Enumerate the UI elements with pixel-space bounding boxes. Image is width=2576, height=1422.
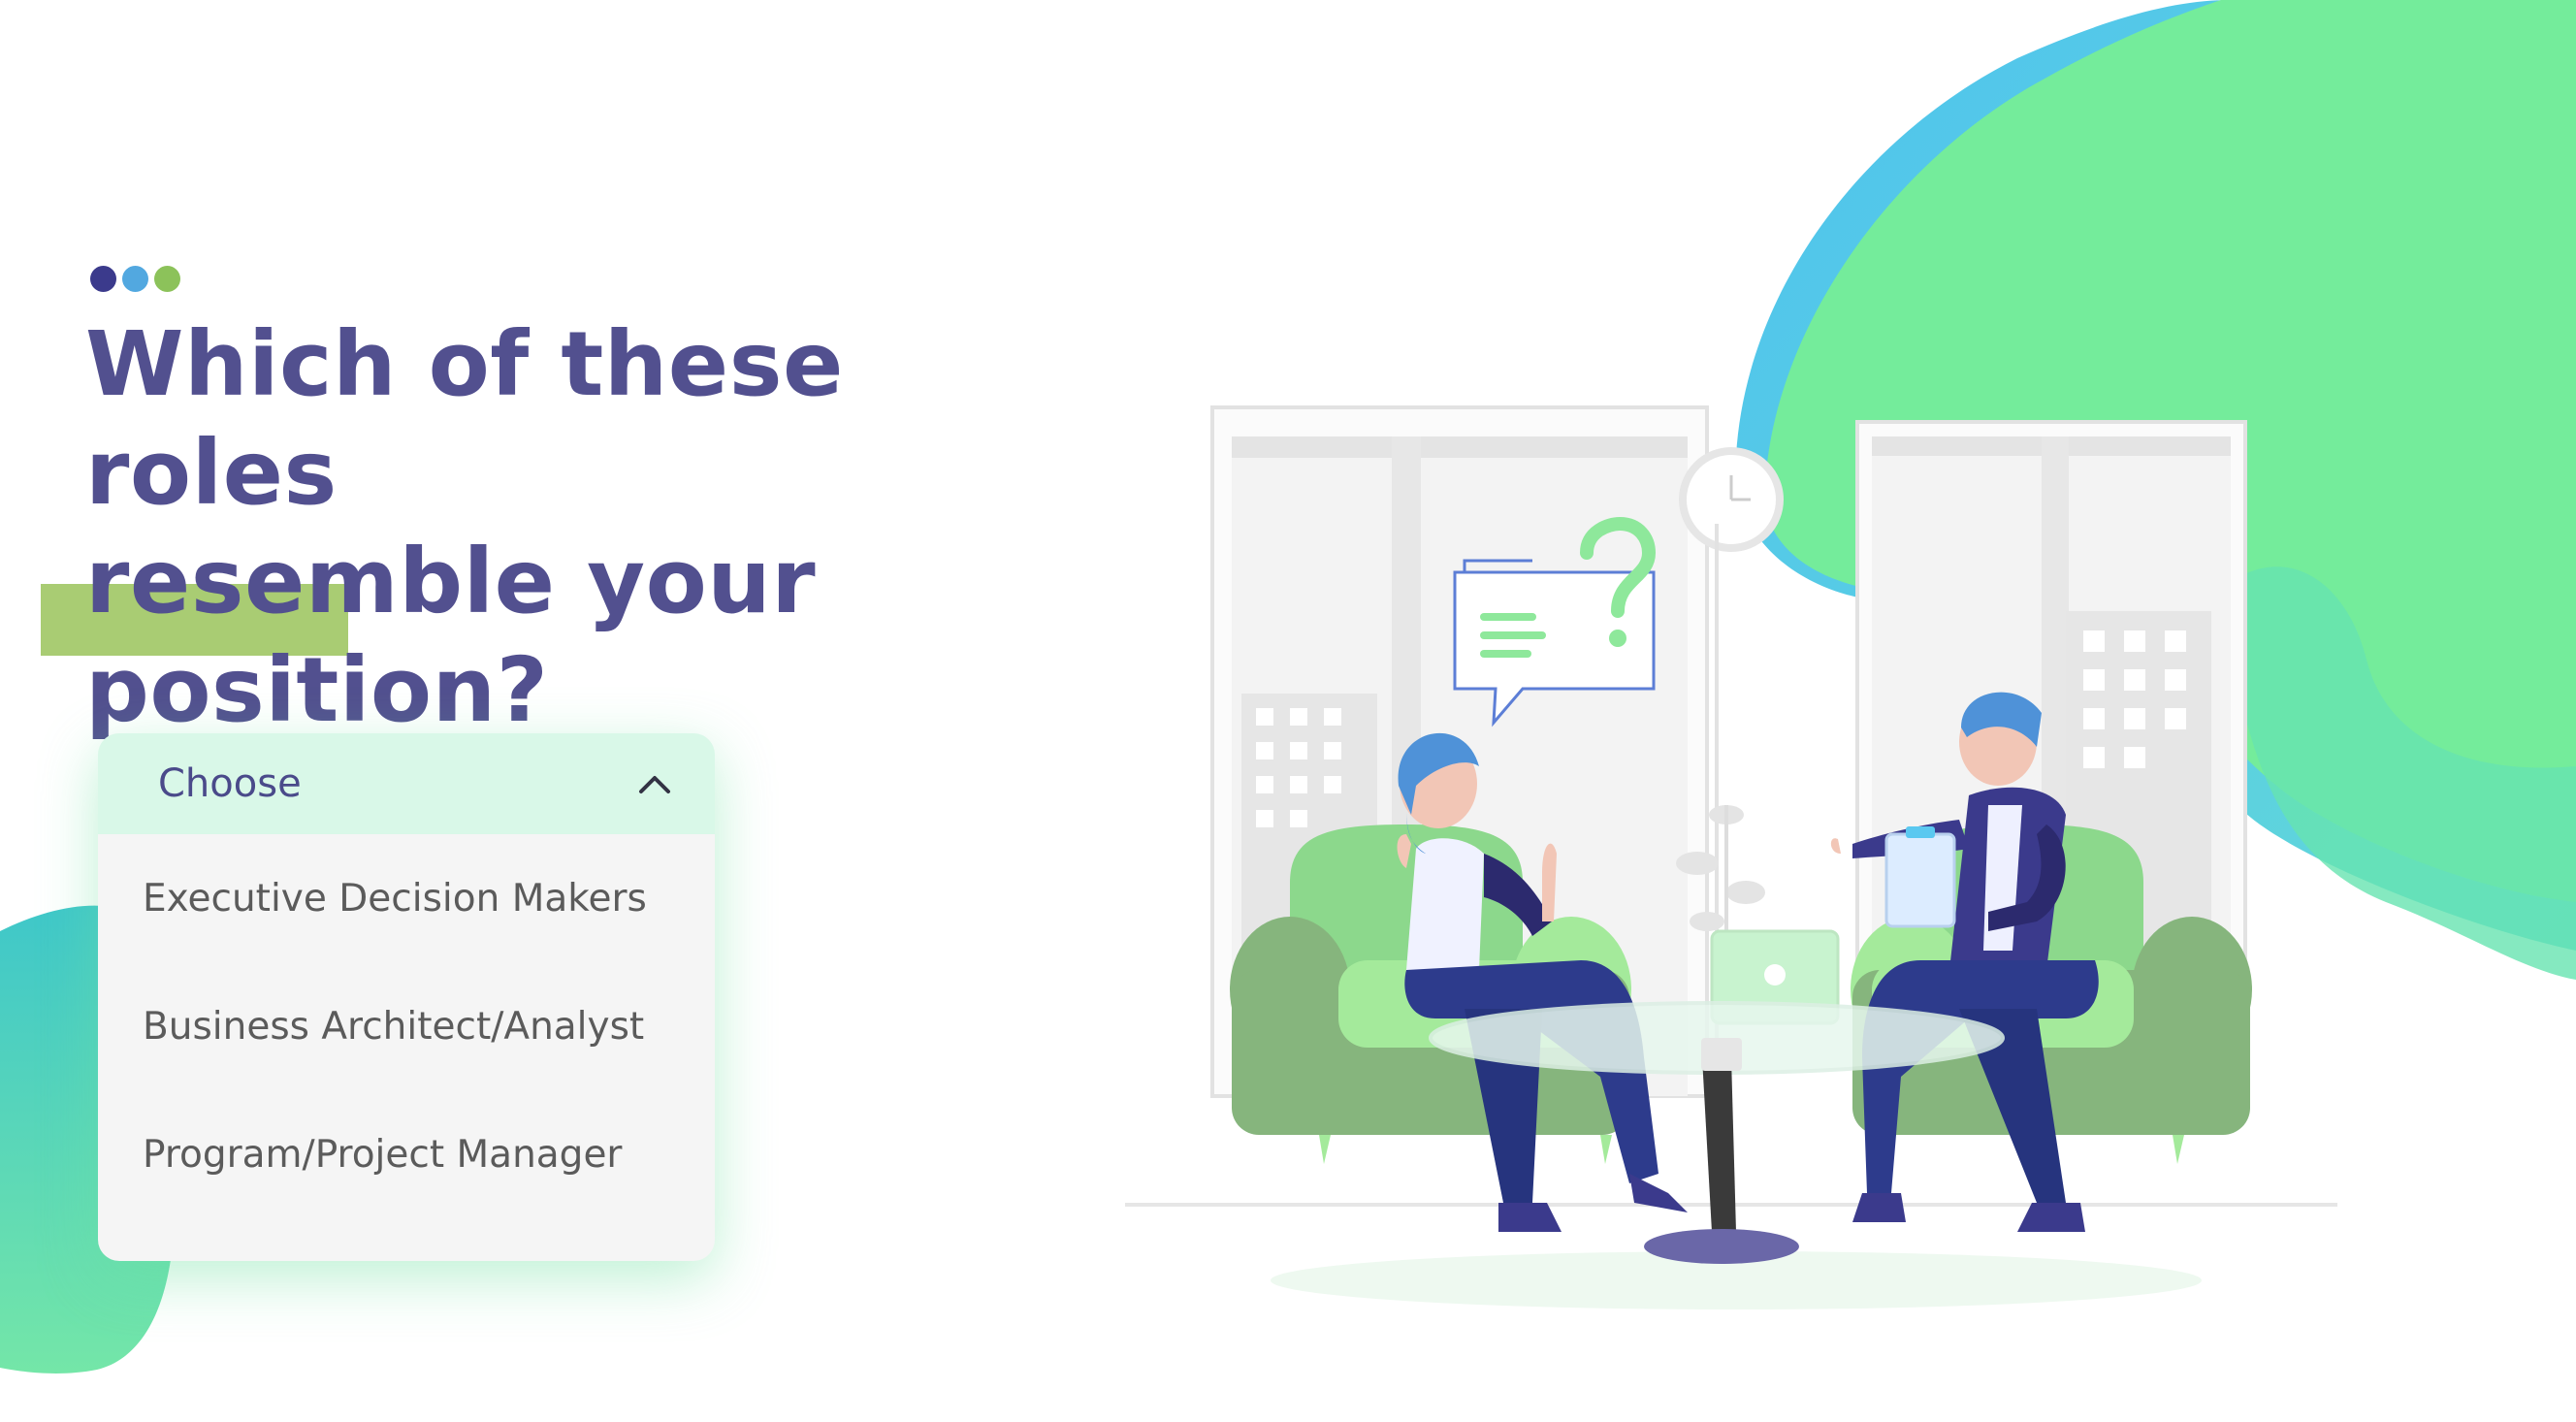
question-line-3: position? [85,638,549,742]
question-line-2: resemble your [85,530,817,633]
survey-page: Which of these roles resemble your posit… [0,0,2576,1422]
option-program-project-manager[interactable]: Program/Project Manager [98,1090,715,1218]
option-executive-decision-makers[interactable]: Executive Decision Makers [98,834,715,962]
question-heading: Which of these roles resemble your posit… [85,310,1104,745]
progress-dots [90,266,180,292]
consultation-illustration [1125,405,2337,1309]
role-dropdown-toggle[interactable]: Choose [98,733,715,834]
chevron-up-icon[interactable] [635,771,674,796]
role-dropdown: Choose Executive Decision Makers Busines… [98,733,715,1261]
progress-dot-3 [154,266,180,292]
option-business-architect-analyst[interactable]: Business Architect/Analyst [98,962,715,1090]
question-line-1: Which of these roles [85,312,844,525]
progress-dot-2 [122,266,148,292]
dropdown-options: Executive Decision Makers Business Archi… [98,834,715,1218]
dropdown-selected-label: Choose [158,761,302,806]
progress-dot-1 [90,266,116,292]
